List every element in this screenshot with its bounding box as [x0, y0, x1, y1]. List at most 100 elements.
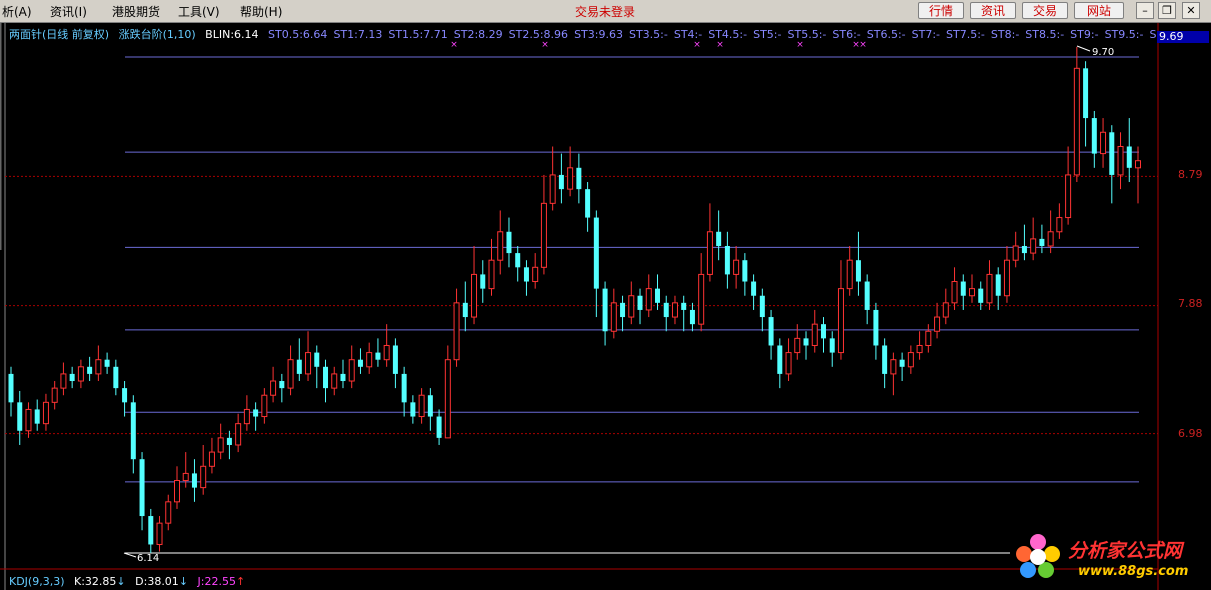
candle-body-up: [706, 231, 713, 275]
candle-body-down: [296, 359, 302, 374]
candle-body-up: [532, 266, 539, 283]
step-values: ST0.5:6.64 ST1:7.13 ST1.5:7.71 ST2:8.29 ST2.…: [268, 28, 1162, 41]
news-button[interactable]: 资讯: [970, 2, 1016, 19]
candle-body-down: [323, 366, 329, 389]
candle-body-up: [208, 451, 215, 467]
logo-title: 分析家公式网: [1068, 540, 1183, 562]
candle-body-down: [113, 366, 119, 389]
step-value-16: ST8.5:-: [1025, 28, 1065, 41]
candle-body-down: [978, 288, 984, 303]
j-up-arrow-icon: ↑: [235, 575, 246, 588]
candle-body-down: [654, 288, 660, 303]
candle-body-up: [471, 273, 478, 318]
high-annotation: 9.70: [1092, 47, 1114, 58]
step-value-6: ST3.5:-: [628, 28, 668, 41]
step-value-5: ST3:9.63: [574, 28, 623, 41]
candle-body-down: [882, 345, 888, 374]
candle-body-up: [418, 394, 425, 418]
candle-body-up: [698, 273, 705, 325]
candle-body-up: [42, 401, 49, 425]
candle-body-down: [558, 174, 564, 190]
candle-body-down: [401, 373, 407, 403]
website-button[interactable]: 网站: [1074, 2, 1124, 19]
menu-hk-futures[interactable]: 港股期货: [112, 3, 160, 20]
step-value-19: S: [1149, 28, 1157, 41]
step-value-8: ST4.5:-: [708, 28, 748, 41]
step-value-4: ST2.5:8.96: [508, 28, 569, 41]
candle-body-down: [314, 352, 320, 367]
candle-body-up: [916, 344, 923, 354]
d-down-arrow-icon: ↓: [178, 575, 189, 588]
step-value-13: ST7:-: [911, 28, 941, 41]
candle-body-down: [8, 373, 14, 403]
menu-analysis[interactable]: 析(A): [2, 3, 32, 20]
step-value-12: ST6.5:-: [866, 28, 906, 41]
candle-body-up: [243, 408, 250, 425]
candle-body-down: [340, 373, 346, 382]
candle-body-down: [768, 317, 774, 346]
candle-body-up: [540, 202, 547, 268]
candle-body-up: [549, 174, 556, 204]
candle-body-up: [25, 408, 32, 432]
candle-body-up: [794, 337, 801, 354]
candle-body-down: [191, 473, 197, 488]
step-value-18: ST9.5:-: [1104, 28, 1144, 41]
candle-body-up: [811, 323, 818, 346]
candle-body-down: [436, 416, 442, 438]
candle-body-down: [777, 345, 783, 374]
indicator-legend: 两面针(日线 前复权) 涨跌台阶(1,10) BLIN:6.14 ST0.5:6…: [9, 26, 1168, 42]
menu-help[interactable]: 帮助(H): [240, 3, 282, 20]
candle-body-up: [628, 295, 635, 318]
trade-login-status[interactable]: 交易未登录: [575, 3, 635, 20]
minimize-icon[interactable]: –: [1136, 2, 1154, 19]
candle-body-down: [751, 281, 757, 296]
candle-body-up: [1030, 238, 1037, 254]
menu-news[interactable]: 资讯(I): [50, 3, 87, 20]
candle-body-down: [899, 359, 905, 367]
candle-body-up: [837, 288, 844, 354]
candle-body-up: [1117, 145, 1124, 176]
stock-title: 两面针(日线 前复权): [9, 28, 110, 41]
candle-body-down: [279, 381, 285, 389]
candle-body-up: [942, 302, 949, 318]
kdj-j: J:22.55: [197, 575, 236, 588]
candle-body-up: [366, 352, 373, 368]
candle-body-up: [969, 288, 976, 297]
step-value-11: ST6:-: [832, 28, 861, 41]
candle-body-down: [375, 352, 381, 360]
candle-body-up: [165, 501, 172, 524]
candle-body-up: [77, 366, 84, 382]
candle-body-down: [480, 274, 486, 289]
low-annotation: 6.14: [137, 553, 159, 564]
menu-bar: 析(A) 资讯(I) 港股期货 工具(V) 帮助(H) 交易未登录 行情 资讯 …: [0, 0, 1211, 23]
candle-body-down: [515, 253, 521, 268]
close-icon[interactable]: ✕: [1182, 2, 1200, 19]
candle-body-down: [829, 338, 835, 353]
candle-body-up: [986, 273, 993, 304]
step-value-3: ST2:8.29: [453, 28, 503, 41]
candle-body-down: [995, 274, 1001, 296]
candle-body-up: [182, 472, 189, 482]
candle-body-down: [663, 302, 669, 318]
candle-body-down: [803, 338, 809, 346]
y-axis-label: 6.98: [1178, 427, 1203, 440]
candle-body-down: [593, 217, 599, 289]
menu-tools[interactable]: 工具(V): [178, 3, 220, 20]
candle-body-down: [576, 167, 582, 190]
candle-body-down: [104, 359, 110, 367]
candle-body-up: [95, 359, 102, 375]
quote-button[interactable]: 行情: [918, 2, 964, 19]
trade-button[interactable]: 交易: [1022, 2, 1068, 19]
candle-body-down: [69, 373, 75, 382]
candle-body-up: [951, 281, 958, 304]
candle-body-up: [1056, 217, 1063, 233]
candle-body-up: [270, 380, 277, 396]
candle-body-down: [620, 302, 626, 318]
candle-body-down: [122, 388, 128, 403]
indicator-name: 涨跌台阶(1,10): [118, 28, 196, 41]
candle-body-up: [497, 231, 504, 261]
restore-icon[interactable]: ❐: [1158, 2, 1176, 19]
candle-body-down: [716, 231, 722, 246]
kdj-name: KDJ(9,3,3): [9, 575, 65, 588]
price-chart[interactable]: × × × × × × ×9.706.14: [0, 23, 1211, 590]
